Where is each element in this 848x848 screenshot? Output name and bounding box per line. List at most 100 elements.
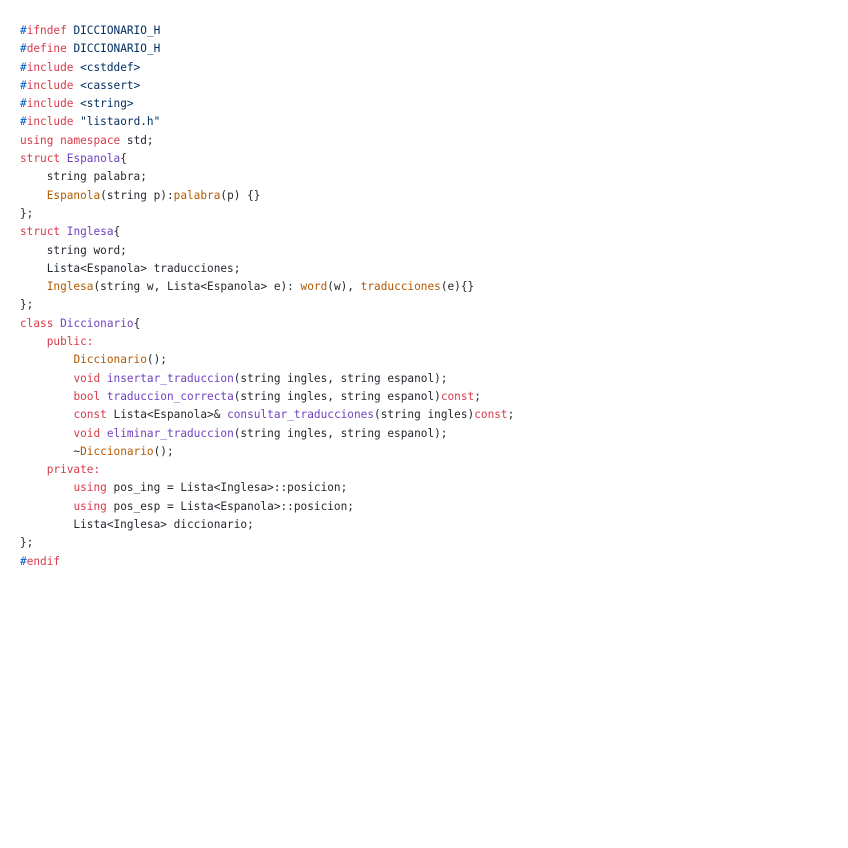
code-line: ~Diccionario(); — [20, 443, 514, 461]
code-token-macro: DICCIONARIO_H — [66, 24, 161, 37]
code-token-plain: }; — [20, 536, 34, 550]
code-token-string: <cstddef> — [73, 60, 141, 74]
code-line: using pos_ing = Lista<Inglesa>::posicion… — [20, 479, 514, 497]
code-line: }; — [20, 534, 514, 552]
code-token-type: Diccionario — [60, 316, 134, 330]
code-line: Espanola(string p):palabra(p) {} — [20, 187, 514, 205]
code-token-hash: # — [20, 78, 27, 92]
code-token-string: "listaord.h" — [73, 115, 161, 129]
code-token-plain: (string p): — [100, 188, 174, 202]
code-line: #define DICCIONARIO_H — [20, 40, 514, 58]
code-token-call: Espanola — [46, 188, 101, 202]
code-token-keyword: include — [26, 97, 74, 111]
code-token-plain: ~ — [20, 444, 81, 458]
code-line: string word; — [20, 242, 514, 260]
code-token-macro: DICCIONARIO_H — [66, 42, 161, 56]
code-token-plain: (string ingles, string espanol); — [233, 426, 448, 440]
code-token-plain: (string ingles, string espanol); — [233, 371, 448, 385]
code-token-plain: pos_esp = Lista<Espanola>::posicion; — [106, 499, 354, 513]
code-token-string: <string> — [73, 97, 134, 111]
code-token-type: eliminar_traduccion — [106, 426, 234, 440]
code-token-type: insertar_traduccion — [106, 371, 234, 385]
code-token-keyword: define — [26, 42, 67, 56]
code-token-call: word — [300, 280, 328, 294]
code-token-type: consultar_traducciones — [227, 408, 375, 422]
code-token-keyword: private: — [46, 463, 101, 477]
code-token-plain: string palabra; — [20, 170, 147, 184]
code-token-keyword: endif — [26, 554, 61, 568]
code-token-call: traducciones — [360, 280, 441, 294]
code-line: const Lista<Espanola>& consultar_traducc… — [20, 406, 514, 424]
code-token-hash: # — [20, 97, 27, 111]
code-token-plain: string word; — [20, 243, 127, 257]
code-line: #include <cassert> — [20, 77, 514, 95]
code-token-plain: (); — [153, 444, 174, 458]
code-token-keyword: const — [474, 408, 508, 422]
code-block[interactable]: #ifndef DICCIONARIO_H #define DICCIONARIO… — [20, 22, 514, 571]
code-line: void insertar_traduccion(string ingles, … — [20, 370, 514, 388]
code-token-keyword: bool — [73, 389, 101, 403]
code-token-plain: ; — [507, 408, 515, 422]
code-editor[interactable]: #ifndef DICCIONARIO_H #define DICCIONARIO… — [0, 0, 848, 848]
code-token-keyword: class — [20, 316, 54, 330]
code-token-keyword: include — [26, 60, 74, 74]
code-line: }; — [20, 205, 514, 223]
code-line: #endif — [20, 553, 514, 571]
code-token-plain: pos_ing = Lista<Inglesa>::posicion; — [106, 481, 348, 495]
code-token-plain: { — [133, 316, 141, 330]
code-token-plain: Lista<Espanola>& — [106, 408, 228, 422]
code-token-keyword: struct — [20, 225, 61, 239]
code-token-plain: (string w, Lista<Espanola> e): — [93, 280, 301, 294]
code-line: struct Inglesa{ — [20, 223, 514, 241]
code-line: class Diccionario{ — [20, 315, 514, 333]
code-token-keyword: using — [73, 499, 107, 513]
code-line: Inglesa(string w, Lista<Espanola> e): wo… — [20, 278, 514, 296]
code-token-string: <cassert> — [73, 78, 141, 92]
code-token-keyword: public: — [46, 335, 94, 349]
code-token-plain: }; — [20, 206, 34, 220]
code-token-type: Inglesa — [66, 225, 114, 239]
code-token-plain: { — [113, 225, 121, 239]
code-token-plain: (string ingles) — [374, 408, 475, 422]
code-token-keyword: namespace — [60, 133, 121, 147]
code-token-hash: # — [20, 42, 27, 56]
code-line: Lista<Espanola> traducciones; — [20, 260, 514, 278]
code-token-keyword: const — [73, 408, 107, 422]
code-token-call: Inglesa — [46, 280, 94, 294]
code-token-keyword: using — [73, 481, 107, 495]
code-token-plain: }; — [20, 298, 34, 312]
code-token-plain: (string ingles, string espanol) — [233, 389, 441, 403]
code-line: void eliminar_traduccion(string ingles, … — [20, 425, 514, 443]
code-token-hash: # — [20, 115, 27, 129]
code-line: bool traduccion_correcta(string ingles, … — [20, 388, 514, 406]
code-token-call: palabra — [173, 188, 221, 202]
code-line: public: — [20, 333, 514, 351]
code-line: using namespace std; — [20, 132, 514, 150]
code-token-keyword: ifndef — [26, 24, 67, 37]
code-token-keyword: const — [440, 389, 475, 403]
code-token-type: Espanola — [66, 152, 121, 166]
code-token-keyword: include — [26, 115, 74, 129]
code-token-keyword: using — [20, 133, 54, 147]
code-token-call: Diccionario — [80, 444, 154, 458]
code-token-hash: # — [20, 24, 27, 37]
code-token-keyword: void — [73, 371, 101, 385]
code-line: struct Espanola{ — [20, 150, 514, 168]
code-line: private: — [20, 461, 514, 479]
code-line: }; — [20, 296, 514, 314]
code-token-keyword: void — [73, 426, 101, 440]
code-token-keyword: struct — [20, 152, 61, 166]
